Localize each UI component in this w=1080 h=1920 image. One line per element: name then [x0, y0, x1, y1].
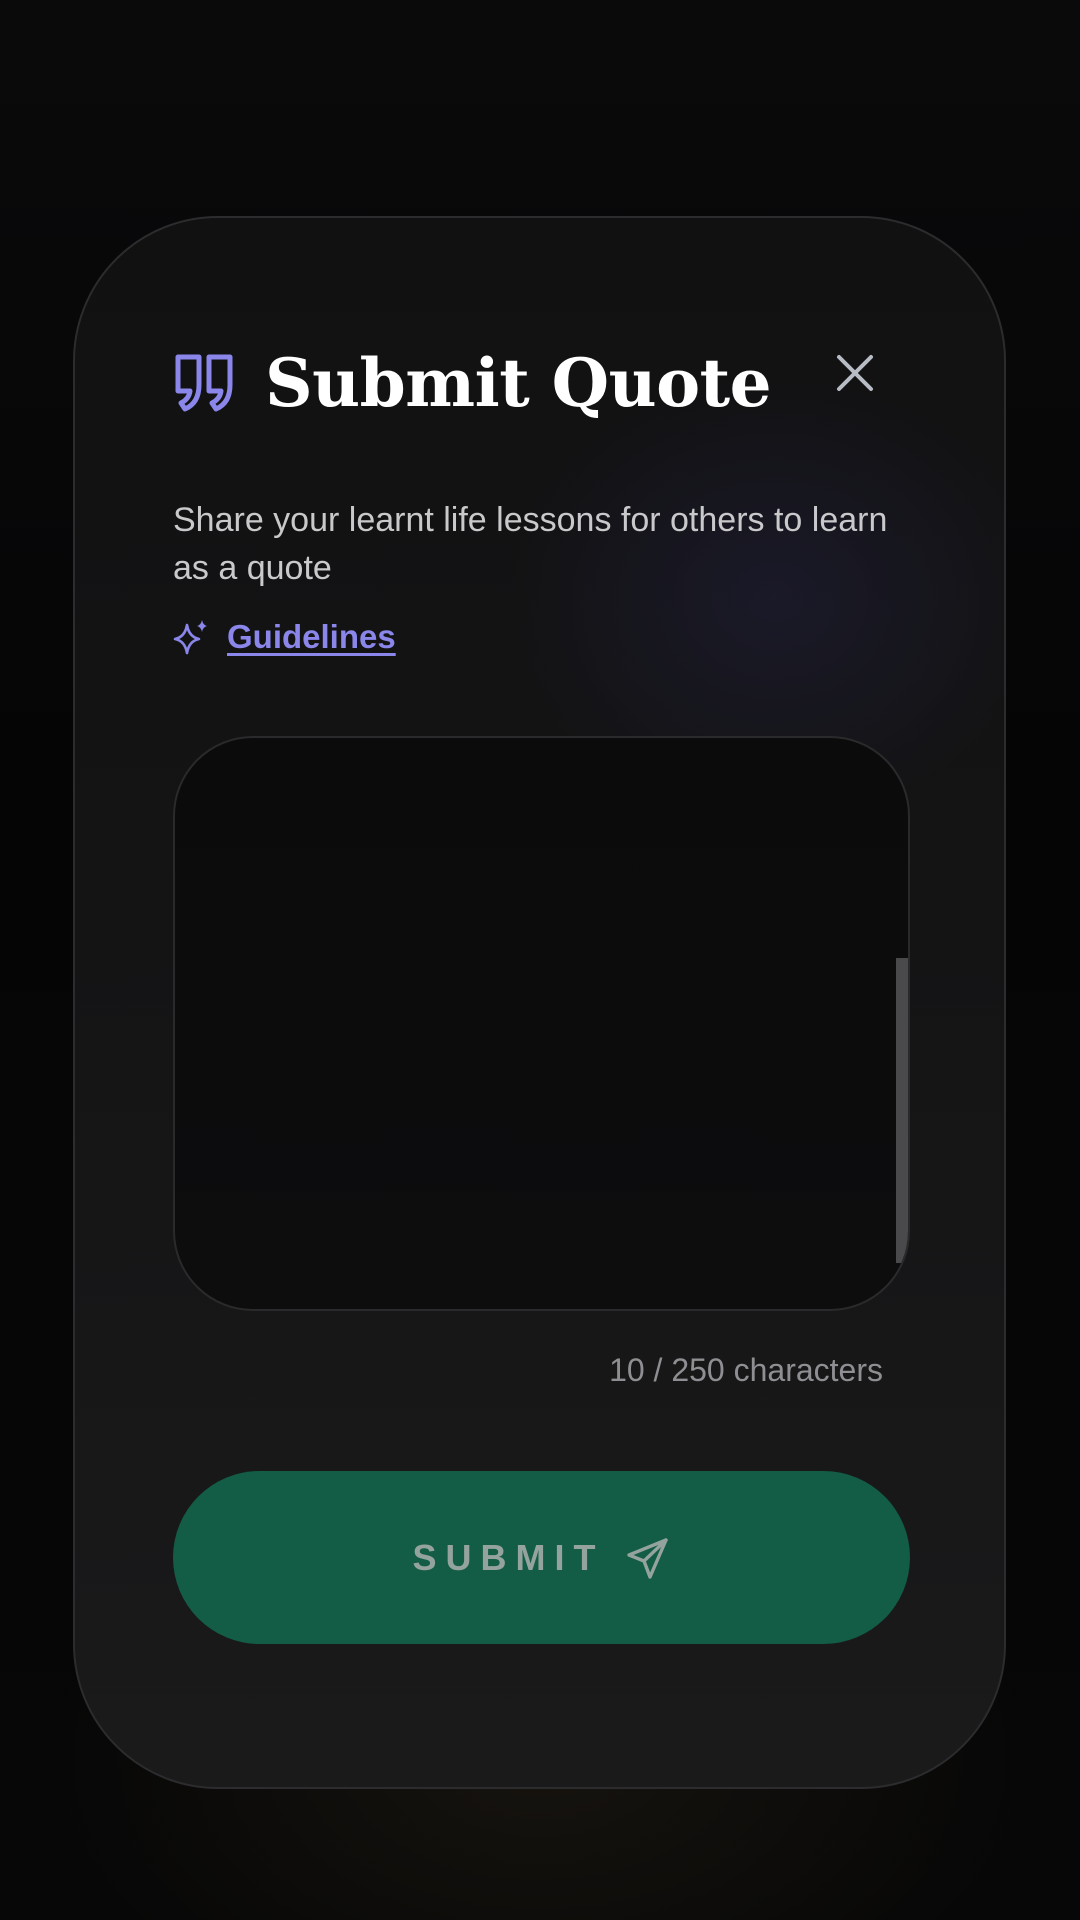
- submit-label: SUBMIT: [412, 1536, 605, 1578]
- submit-quote-dialog: Submit Quote Share your learnt life less…: [73, 216, 1006, 1789]
- dialog-description: Share your learnt life lessons for other…: [173, 501, 888, 587]
- dialog-title: Submit Quote: [265, 344, 772, 422]
- textarea-scrollbar[interactable]: [896, 958, 908, 1263]
- sparkle-icon: [173, 620, 207, 655]
- send-icon: [626, 1537, 668, 1579]
- guidelines-label[interactable]: Guidelines: [227, 618, 396, 656]
- close-button[interactable]: [825, 343, 885, 403]
- close-icon: [837, 355, 873, 391]
- submit-button[interactable]: SUBMIT: [173, 1471, 910, 1644]
- guidelines-link[interactable]: Guidelines: [173, 618, 396, 656]
- character-count: 10 / 250 characters: [609, 1352, 883, 1388]
- quote-textarea[interactable]: [175, 738, 908, 1309]
- dialog-header: Submit Quote: [173, 328, 863, 438]
- quote-textarea-container: [173, 736, 910, 1311]
- quote-icon: [175, 354, 233, 412]
